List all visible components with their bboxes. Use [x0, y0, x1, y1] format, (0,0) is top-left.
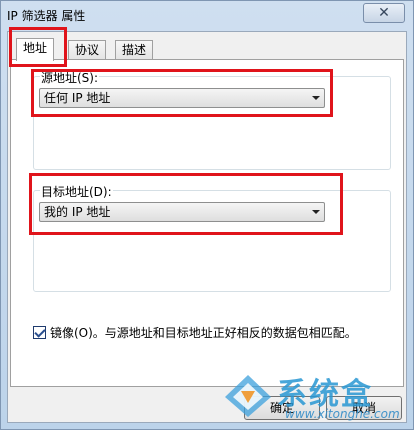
destination-address-dropdown[interactable]: 我的 IP 地址 [39, 202, 325, 222]
tab-address[interactable]: 地址 [16, 38, 55, 61]
tab-address-label: 地址 [23, 41, 48, 55]
window-title: IP 筛选器 属性 [7, 9, 86, 23]
source-address-dropdown[interactable]: 任何 IP 地址 [39, 88, 325, 108]
chevron-down-icon [312, 96, 320, 100]
tab-strip: 地址 协议 描述 [10, 38, 406, 61]
close-button[interactable]: ✕ [363, 3, 405, 23]
watermark-url: www.xitonghe.com [285, 407, 400, 421]
source-address-value: 任何 IP 地址 [44, 91, 111, 105]
dialog-client-area: 地址 协议 描述 源地址(S): 任何 IP 地址 目标地址(D): 我的 IP… [7, 31, 407, 423]
destination-address-label: 目标地址(D): [40, 183, 113, 200]
mirror-label: 镜像(O)。与源地址和目标地址正好相反的数据包相匹配。 [50, 326, 357, 340]
close-icon: ✕ [378, 5, 390, 21]
watermark: 系统盒 www.xitonghe.com [223, 367, 407, 425]
chevron-down-icon [312, 210, 320, 214]
tab-protocol-label: 协议 [75, 43, 100, 57]
source-address-label: 源地址(S): [40, 69, 100, 86]
tab-description[interactable]: 描述 [115, 40, 154, 60]
destination-address-value: 我的 IP 地址 [44, 205, 111, 219]
brand-logo-icon [225, 375, 271, 417]
mirror-checkbox[interactable] [33, 326, 46, 339]
address-tab-panel: 源地址(S): 任何 IP 地址 目标地址(D): 我的 IP 地址 镜像(O)… [10, 59, 404, 387]
tab-description-label: 描述 [122, 43, 147, 57]
ip-filter-properties-window: IP 筛选器 属性 ✕ 地址 协议 描述 源地址(S): 任何 IP 地址 目标… [0, 0, 414, 430]
tab-protocol[interactable]: 协议 [68, 40, 107, 60]
mirror-option[interactable]: 镜像(O)。与源地址和目标地址正好相反的数据包相匹配。 [33, 324, 357, 341]
title-bar[interactable]: IP 筛选器 属性 ✕ [1, 1, 413, 29]
